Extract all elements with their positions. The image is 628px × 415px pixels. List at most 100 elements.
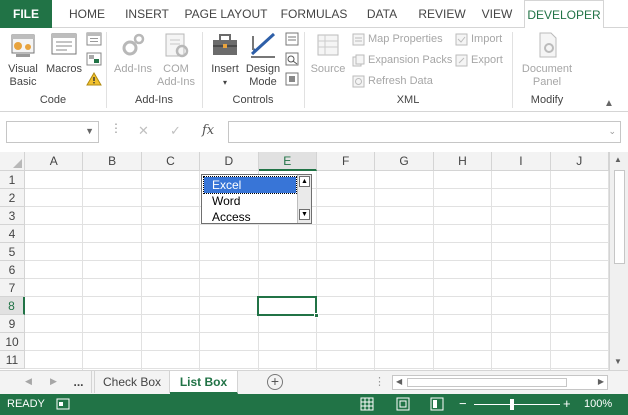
macro-recording-icon[interactable] xyxy=(56,397,70,414)
insert-function-icon[interactable]: fx xyxy=(202,123,214,138)
insert-control-button[interactable]: Insert ▾ xyxy=(206,30,244,89)
zoom-out-button[interactable]: − xyxy=(459,396,467,411)
column-header-h[interactable]: H xyxy=(433,152,493,171)
insert-dropdown-icon: ▾ xyxy=(222,78,227,87)
row-header-7[interactable]: 7 xyxy=(0,279,25,297)
zoom-slider-track[interactable] xyxy=(474,404,560,405)
gridline xyxy=(25,296,609,297)
tab-formulas[interactable]: FORMULAS xyxy=(276,0,352,28)
column-header-i[interactable]: I xyxy=(492,152,551,171)
worksheet-grid[interactable]: A B C D E F G H I J 1 2 3 4 5 6 7 8 9 10 11 Excel Word Acces… xyxy=(0,152,628,370)
relative-references-icon[interactable] xyxy=(86,52,102,69)
tab-review[interactable]: REVIEW xyxy=(414,0,470,28)
column-header-e[interactable]: E xyxy=(258,152,317,171)
row-header-10[interactable]: 10 xyxy=(0,333,25,351)
scroll-up-icon[interactable]: ▲ xyxy=(614,155,622,164)
sheet-tab-list-box[interactable]: List Box xyxy=(170,371,238,394)
zoom-level[interactable]: 100% xyxy=(584,398,612,410)
import-button[interactable]: Import xyxy=(455,30,502,48)
export-label: Export xyxy=(471,54,503,66)
scroll-down-icon[interactable]: ▼ xyxy=(299,209,310,220)
column-header-d[interactable]: D xyxy=(200,152,259,171)
column-header-f[interactable]: F xyxy=(317,152,376,171)
view-code-icon[interactable] xyxy=(285,52,299,69)
gridline xyxy=(491,171,493,370)
next-sheet-icon[interactable]: ▶ xyxy=(50,376,57,387)
zoom-in-button[interactable]: + xyxy=(563,396,571,411)
export-button[interactable]: Export xyxy=(455,51,503,69)
tab-data[interactable]: DATA xyxy=(358,0,406,28)
horizontal-scrollbar[interactable]: ◀ ▶ xyxy=(392,375,608,390)
tab-insert[interactable]: INSERT xyxy=(118,0,176,28)
macros-button[interactable]: Macros xyxy=(44,30,84,76)
row-header-1[interactable]: 1 xyxy=(0,171,25,189)
visual-basic-button[interactable]: Visual Basic xyxy=(4,30,42,89)
column-header-a[interactable]: A xyxy=(25,152,84,171)
run-dialog-icon[interactable] xyxy=(285,72,299,89)
list-box-scrollbar[interactable]: ▲ ▼ xyxy=(297,175,311,223)
scroll-left-icon[interactable]: ◀ xyxy=(396,377,402,386)
tab-file[interactable]: FILE xyxy=(0,0,52,28)
row-header-11[interactable]: 11 xyxy=(0,351,25,369)
list-box-item[interactable]: Word xyxy=(204,193,296,209)
cancel-icon[interactable]: ✕ xyxy=(138,123,149,139)
source-button[interactable]: Source xyxy=(308,30,348,76)
row-header-6[interactable]: 6 xyxy=(0,261,25,279)
split-handle-icon[interactable]: ⋮ xyxy=(374,375,385,388)
column-header-j[interactable]: J xyxy=(550,152,609,171)
row-header-3[interactable]: 3 xyxy=(0,207,25,225)
design-mode-button[interactable]: Design Mode xyxy=(244,30,282,89)
new-sheet-plus-icon[interactable]: + xyxy=(267,374,283,390)
row-header-5[interactable]: 5 xyxy=(0,243,25,261)
sheet-tab-bar: ◀ ▶ ... Check Box List Box + ⋮ ◀ ▶ xyxy=(0,370,628,394)
list-box-item[interactable]: Access xyxy=(204,209,296,225)
select-all-button[interactable] xyxy=(0,152,25,171)
more-sheets-button[interactable]: ... xyxy=(66,371,92,393)
formula-input[interactable]: ⌄ xyxy=(228,121,621,143)
tab-view[interactable]: VIEW xyxy=(474,0,520,28)
list-box-control[interactable]: Excel Word Access ▲ ▼ xyxy=(201,174,312,224)
row-header-8[interactable]: 8 xyxy=(0,297,25,315)
map-properties-button[interactable]: Map Properties xyxy=(352,30,443,48)
add-ins-button[interactable]: Add-Ins xyxy=(110,30,156,76)
tab-developer[interactable]: DEVELOPER xyxy=(524,0,604,29)
page-break-preview-icon[interactable] xyxy=(430,397,444,414)
scroll-right-icon[interactable]: ▶ xyxy=(598,377,604,386)
page-layout-view-icon[interactable] xyxy=(396,397,410,414)
chevron-down-icon[interactable]: ▼ xyxy=(85,126,94,136)
scroll-up-icon[interactable]: ▲ xyxy=(299,176,310,187)
record-macro-icon[interactable] xyxy=(86,32,102,49)
normal-view-icon[interactable] xyxy=(360,397,374,414)
zoom-slider-thumb[interactable] xyxy=(510,399,514,410)
fill-handle[interactable] xyxy=(314,313,319,318)
tab-home[interactable]: HOME xyxy=(58,0,116,28)
macro-security-icon[interactable] xyxy=(86,72,102,89)
collapse-ribbon-icon[interactable]: ▲ xyxy=(604,98,614,109)
scroll-down-icon[interactable]: ▼ xyxy=(614,357,622,366)
row-header-4[interactable]: 4 xyxy=(0,225,25,243)
tab-page-layout[interactable]: PAGE LAYOUT xyxy=(180,0,272,28)
vertical-scrollbar[interactable]: ▲ ▼ xyxy=(609,152,628,370)
column-header-b[interactable]: B xyxy=(83,152,142,171)
enter-icon[interactable]: ✓ xyxy=(170,123,181,139)
column-header-g[interactable]: G xyxy=(375,152,434,171)
list-box-item[interactable]: Excel xyxy=(203,176,297,194)
row-header-2[interactable]: 2 xyxy=(0,189,25,207)
active-cell-e8[interactable] xyxy=(257,296,319,318)
status-mode: READY xyxy=(7,398,45,410)
column-header-c[interactable]: C xyxy=(141,152,201,171)
sheet-tab-check-box[interactable]: Check Box xyxy=(94,371,170,393)
properties-icon[interactable] xyxy=(285,32,299,49)
expand-formula-bar-icon[interactable]: ⌄ xyxy=(608,126,616,137)
com-add-ins-button[interactable]: COM Add-Ins xyxy=(154,30,198,89)
name-box[interactable]: ▼ xyxy=(6,121,99,143)
previous-sheet-icon[interactable]: ◀ xyxy=(25,376,32,387)
vertical-scroll-thumb[interactable] xyxy=(614,170,625,264)
gridline xyxy=(25,206,609,207)
expansion-packs-button[interactable]: Expansion Packs xyxy=(352,51,452,69)
row-header-9[interactable]: 9 xyxy=(0,315,25,333)
gridline xyxy=(25,332,609,333)
refresh-data-button[interactable]: Refresh Data xyxy=(352,72,433,90)
horizontal-scroll-thumb[interactable] xyxy=(407,378,567,387)
document-panel-button[interactable]: Document Panel xyxy=(516,30,578,89)
